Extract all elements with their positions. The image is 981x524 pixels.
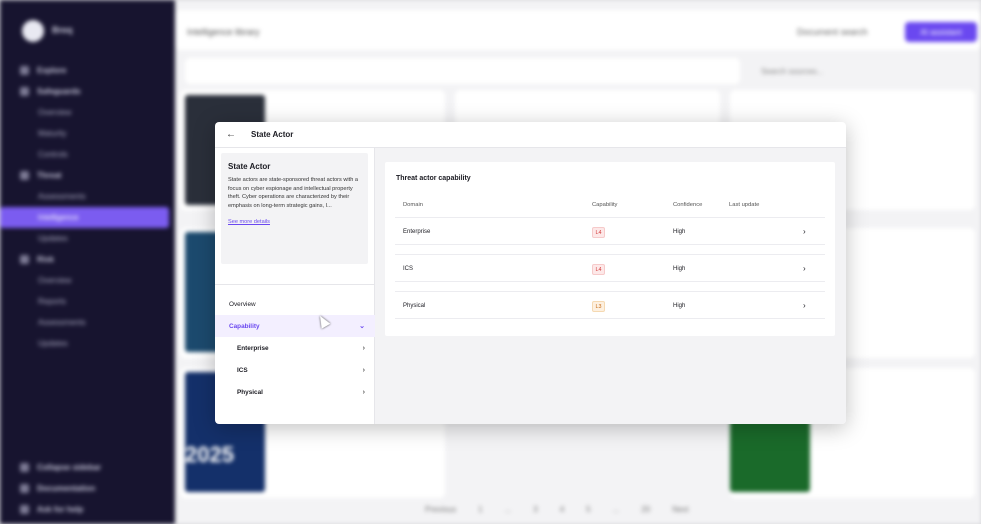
page-button[interactable]: 5 (586, 505, 590, 514)
sidebar-bottom: Collapse sidebar Documentation Ask for h… (0, 457, 175, 520)
page-button[interactable]: 20 (641, 505, 650, 514)
sidebar-item-risk[interactable]: Risk (0, 249, 175, 270)
sidebar: Breq Explore Safeguards Overview Maturit… (0, 0, 175, 524)
chevron-right-icon: › (803, 227, 806, 236)
book-icon (20, 484, 29, 493)
capability-row-ics[interactable]: ICS L4 High › (395, 254, 825, 282)
sidebar-item-intelligence[interactable]: Intelligence (0, 207, 169, 228)
capability-row-physical[interactable]: Physical L3 High › (395, 291, 825, 319)
sidebar-item-risk-overview[interactable]: Overview (0, 270, 175, 291)
help-icon (20, 505, 29, 514)
row-confidence: High (673, 266, 686, 272)
modal-title: State Actor (251, 130, 294, 139)
app-logo: Breq (22, 20, 73, 42)
capability-panel: Threat actor capability Domain Capabilit… (385, 162, 835, 336)
collapse-icon (20, 463, 29, 472)
page-button[interactable]: 1 (478, 505, 482, 514)
sidebar-item-maturity[interactable]: Maturity (0, 123, 175, 144)
previous-page-button[interactable]: Previous (425, 505, 456, 514)
capability-table-header: Domain Capability Confidence Last update (385, 198, 835, 214)
search-sources-input[interactable]: Search sources... (755, 58, 955, 84)
nav-capability-physical[interactable]: Physical › (215, 381, 375, 403)
nav-capability-enterprise[interactable]: Enterprise › (215, 337, 375, 359)
page-ellipsis: ... (612, 505, 620, 514)
actor-info-title: State Actor (228, 162, 271, 171)
header-domain: Domain (403, 202, 423, 208)
nav-capability[interactable]: Capability ⌄ (215, 315, 375, 337)
row-domain: Physical (403, 303, 426, 309)
risk-icon (20, 255, 29, 264)
search-input[interactable] (185, 58, 740, 84)
capability-level-badge: L4 (592, 264, 605, 275)
arrow-left-icon[interactable]: ← (226, 129, 236, 140)
page-title: Intelligence library (187, 27, 260, 37)
documentation-link[interactable]: Documentation (0, 478, 175, 499)
capability-level-badge: L3 (592, 301, 605, 312)
sidebar-item-assessments[interactable]: Assessments (0, 186, 175, 207)
row-domain: Enterprise (403, 229, 431, 235)
chevron-right-icon: › (362, 344, 365, 352)
capability-row-enterprise[interactable]: Enterprise L4 High › (395, 217, 825, 245)
document-cover (730, 420, 810, 492)
nav-overview[interactable]: Overview (215, 293, 375, 315)
page-ellipsis: ... (504, 505, 512, 514)
header-confidence: Confidence (673, 202, 703, 208)
document-search-button[interactable]: Document search (797, 27, 868, 37)
actor-description: State actors are state-sponsored threat … (228, 177, 358, 209)
sidebar-item-controls[interactable]: Controls (0, 144, 175, 165)
shield-icon (20, 87, 29, 96)
chevron-right-icon: › (803, 301, 806, 310)
help-link[interactable]: Ask for help (0, 499, 175, 520)
see-more-details-link[interactable]: See more details (228, 219, 270, 225)
pagination: Previous 1 ... 3 4 5 ... 20 Next (425, 505, 689, 514)
logo-text: Breq (52, 25, 73, 36)
row-confidence: High (673, 303, 686, 309)
chevron-right-icon: › (803, 264, 806, 273)
modal-header: ← State Actor (215, 122, 846, 148)
header-capability: Capability (592, 202, 618, 208)
sidebar-item-risk-assessments[interactable]: Assessments (0, 312, 175, 333)
sidebar-item-explore[interactable]: Explore (0, 60, 175, 81)
sidebar-item-reports[interactable]: Reports (0, 291, 175, 312)
page-button[interactable]: 4 (560, 505, 564, 514)
page-button[interactable]: 3 (533, 505, 537, 514)
modal-left-panel: State Actor State actors are state-spons… (215, 148, 375, 424)
modal-right-panel: Threat actor capability Domain Capabilit… (375, 148, 846, 424)
ai-assistant-button[interactable]: AI assistant (905, 22, 977, 42)
actor-info-box: State Actor State actors are state-spons… (221, 153, 368, 264)
state-actor-modal: ← State Actor State Actor State actors a… (215, 122, 846, 424)
next-page-button[interactable]: Next (672, 505, 688, 514)
nav-capability-ics[interactable]: ICS › (215, 359, 375, 381)
threat-icon (20, 171, 29, 180)
topbar: Intelligence library Document search (175, 10, 981, 50)
capability-title: Threat actor capability (396, 175, 471, 182)
header-last-update: Last update (729, 202, 760, 208)
collapse-sidebar-button[interactable]: Collapse sidebar (0, 457, 175, 478)
logo-icon (22, 20, 44, 42)
sidebar-item-overview[interactable]: Overview (0, 102, 175, 123)
sidebar-item-safeguards[interactable]: Safeguards (0, 81, 175, 102)
sidebar-item-updates[interactable]: Updates (0, 228, 175, 249)
chevron-right-icon: › (362, 366, 365, 374)
row-domain: ICS (403, 266, 414, 272)
sidebar-item-risk-updates[interactable]: Updates (0, 333, 175, 354)
modal-nav: Overview Capability ⌄ Enterprise › ICS ›… (215, 284, 375, 403)
sidebar-nav: Explore Safeguards Overview Maturity Con… (0, 60, 175, 354)
chevron-down-icon: ⌄ (359, 323, 365, 330)
capability-level-badge: L4 (592, 227, 605, 238)
chevron-right-icon: › (362, 388, 365, 396)
row-confidence: High (673, 229, 686, 235)
sidebar-item-threat[interactable]: Threat (0, 165, 175, 186)
explore-icon (20, 66, 29, 75)
